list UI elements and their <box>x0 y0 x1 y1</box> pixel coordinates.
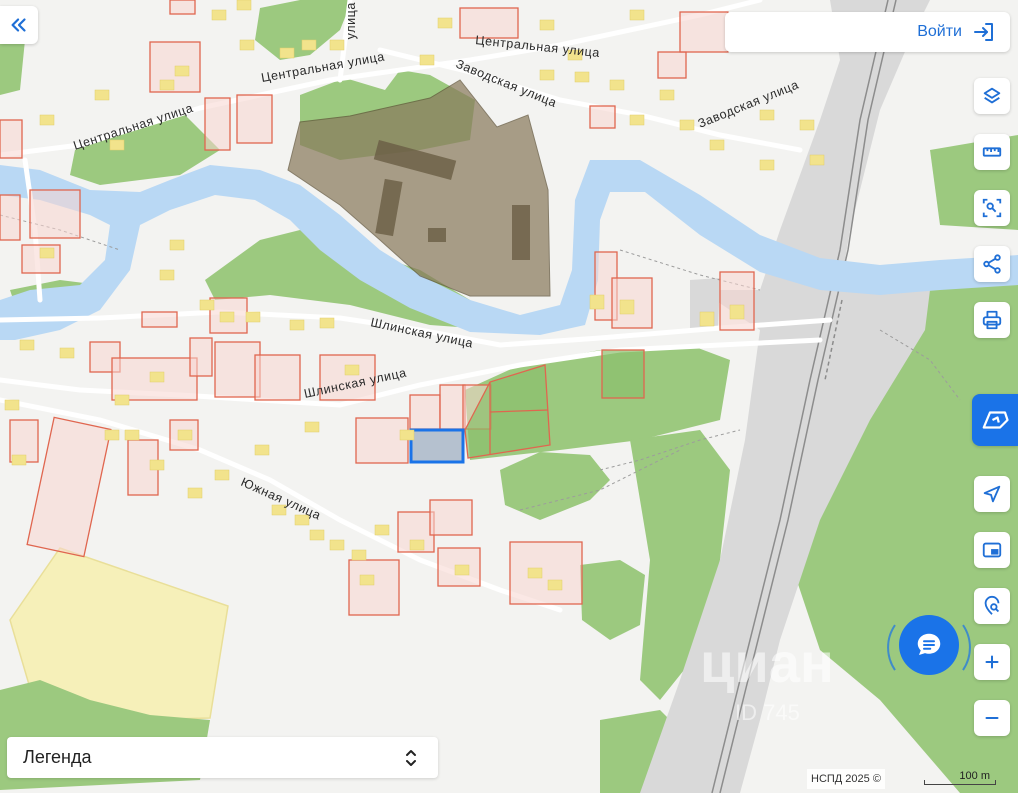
ruler-button[interactable] <box>974 134 1010 170</box>
double-chevron-left-icon <box>11 18 26 32</box>
share-icon <box>983 254 1001 274</box>
login-button[interactable]: Войти <box>725 12 1010 52</box>
chevron-up-down-icon <box>406 749 416 766</box>
zoom-in-button[interactable] <box>974 644 1010 680</box>
location-arrow-icon <box>983 485 1001 503</box>
zoom-out-button[interactable] <box>974 700 1010 736</box>
map-canvas[interactable]: Центральная улица Центральная улица Цент… <box>0 0 1018 793</box>
chat-button[interactable] <box>899 615 959 675</box>
picture-in-picture-button[interactable] <box>974 532 1010 568</box>
login-label: Войти <box>917 23 962 40</box>
special-tool-button[interactable] <box>972 394 1018 446</box>
printer-icon <box>982 310 1002 330</box>
scale-bar: 100 m <box>922 770 998 788</box>
area-select-icon <box>982 198 1002 218</box>
picture-in-picture-icon <box>982 542 1002 558</box>
legend-label: Легенда <box>23 747 92 767</box>
watermark-logo: циан <box>700 631 834 694</box>
geo-search-icon <box>984 595 1000 615</box>
print-button[interactable] <box>974 302 1010 338</box>
ruler-icon <box>982 147 1002 157</box>
map-tool-icon <box>982 411 1009 429</box>
attribution[interactable]: НСПД 2025 © <box>807 769 885 789</box>
watermark-id: ID 745 <box>735 700 800 725</box>
chat-bubble-icon <box>917 633 941 655</box>
minus-icon <box>985 716 999 720</box>
share-button[interactable] <box>974 246 1010 282</box>
selected-parcel[interactable] <box>409 428 465 464</box>
area-select-button[interactable] <box>974 190 1010 226</box>
layers-icon <box>983 87 1001 104</box>
locate-button[interactable] <box>974 476 1010 512</box>
plus-icon <box>985 655 999 669</box>
login-icon <box>974 23 993 41</box>
scale-line <box>924 780 996 785</box>
layers-button[interactable] <box>974 78 1010 114</box>
attribution-label: НСПД 2025 © <box>811 773 881 785</box>
collapse-panel-button[interactable] <box>0 6 38 44</box>
street-label: улица <box>344 2 358 39</box>
chat-widget <box>885 610 971 690</box>
legend-dropdown[interactable]: Легенда <box>7 737 438 778</box>
geo-search-button[interactable] <box>974 588 1010 624</box>
